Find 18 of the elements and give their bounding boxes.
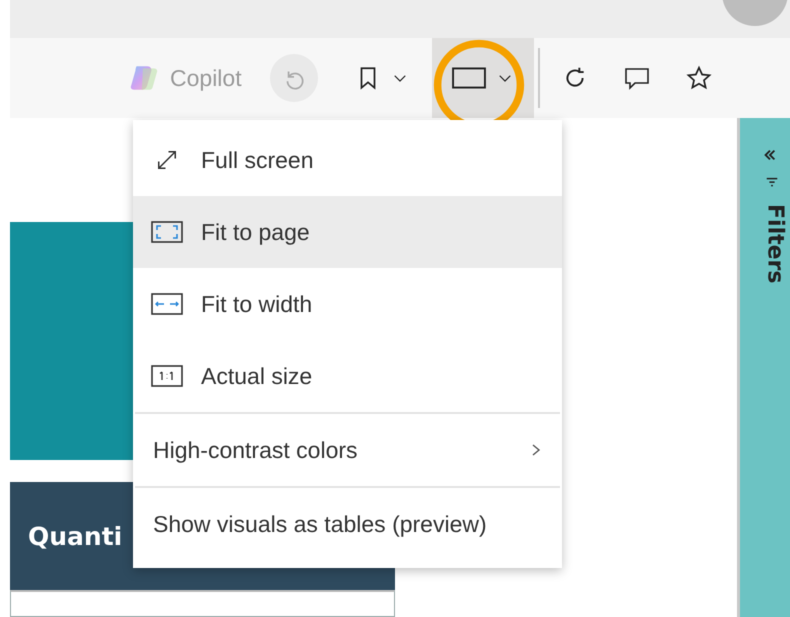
filters-pane[interactable]: Filters (737, 118, 790, 617)
filters-title: Filters (762, 204, 788, 284)
menu-item[interactable]: Full screen (133, 124, 562, 196)
column-header: Quanti (28, 522, 122, 550)
star-icon (686, 65, 712, 91)
actual-size-icon (151, 364, 183, 388)
menu-item[interactable]: Show visuals as tables (preview) (133, 488, 562, 560)
menu-item[interactable]: Fit to page (133, 196, 562, 268)
menu-item[interactable]: High-contrast colors (133, 414, 562, 486)
rectangle-icon (452, 65, 486, 91)
fit-page-icon (151, 220, 183, 244)
view-button[interactable] (432, 38, 534, 118)
chevron-right-icon (530, 442, 542, 458)
menu-item[interactable]: Fit to width (133, 268, 562, 340)
fit-width-icon (151, 292, 183, 316)
menu-item[interactable]: Actual size (133, 340, 562, 412)
comment-icon (624, 65, 650, 91)
double-chevron-left-icon[interactable] (763, 148, 777, 162)
